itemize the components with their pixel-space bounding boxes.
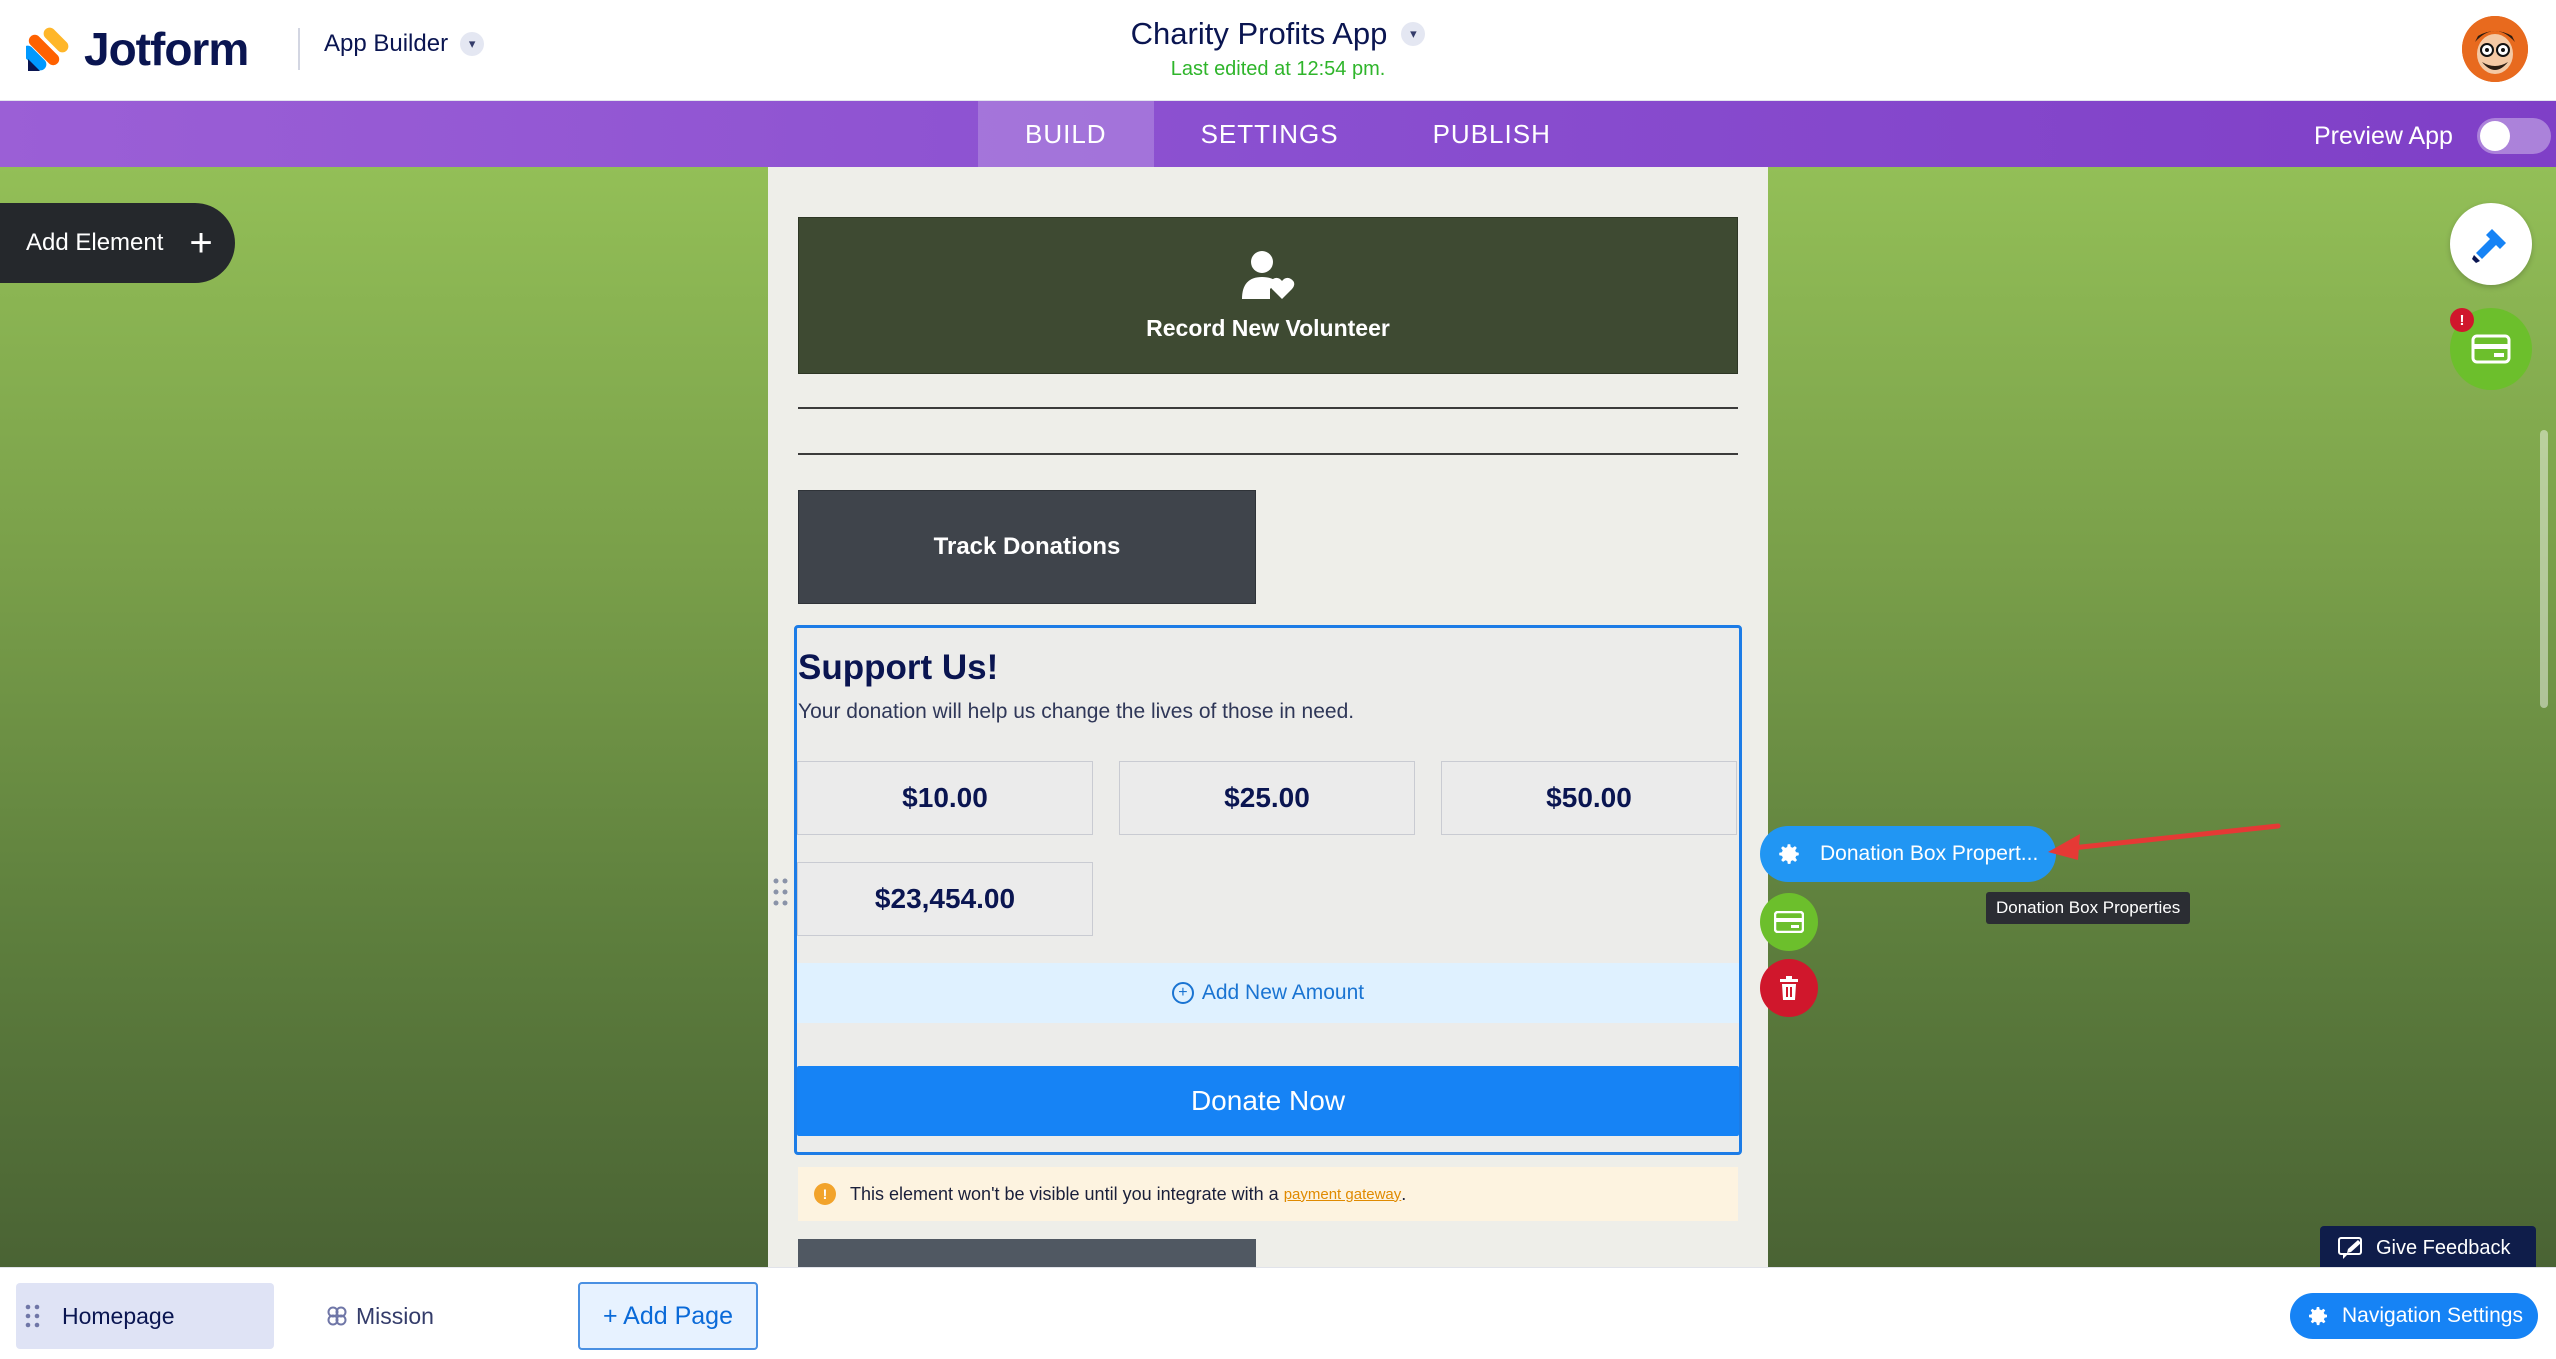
app-title: Charity Profits App — [1130, 16, 1388, 51]
record-volunteer-button[interactable]: Record New Volunteer — [798, 217, 1738, 374]
page-navigation-bar: Homepage Mission + Add Page Navigation S… — [0, 1267, 2556, 1359]
divider-line — [798, 453, 1738, 455]
toggle-knob — [2479, 121, 2510, 151]
tab-publish[interactable]: PUBLISH — [1386, 101, 1598, 167]
trash-icon — [1780, 976, 1798, 1000]
credit-card-icon — [2471, 334, 2511, 364]
red-arrow-annotation — [2048, 823, 2281, 860]
drag-handle-icon[interactable] — [772, 877, 790, 907]
divider-line — [798, 407, 1738, 409]
add-page-button[interactable]: + Add Page — [578, 1282, 758, 1350]
track-donations-button[interactable]: Track Donations — [798, 490, 1256, 604]
preview-app-control: Preview App — [2314, 118, 2551, 154]
builder-tab-bar: BUILD SETTINGS PUBLISH Preview App — [0, 101, 2556, 167]
paint-roller-icon — [2472, 229, 2506, 263]
navigation-settings-button[interactable]: Navigation Settings — [2290, 1293, 2538, 1339]
page-tab-label: Mission — [356, 1302, 434, 1329]
preview-app-label: Preview App — [2314, 121, 2453, 150]
gear-icon — [1779, 844, 1799, 864]
chevron-down-icon: ▾ — [1401, 22, 1426, 46]
donation-box-properties-button[interactable]: Donation Box Propert... — [1760, 826, 2056, 882]
top-header: Jotform App Builder ▾ Charity Profits Ap… — [0, 0, 2556, 101]
credit-card-icon — [1774, 911, 1804, 933]
drag-handle-icon[interactable] — [24, 1303, 42, 1329]
app-page-preview: Record New Volunteer Track Donations Sup… — [768, 167, 1768, 1267]
add-element-label: Add Element — [26, 229, 164, 256]
app-designer-button[interactable] — [2450, 203, 2532, 285]
delete-element-button[interactable] — [1760, 959, 1818, 1017]
preview-app-toggle[interactable] — [2476, 118, 2551, 154]
give-feedback-label: Give Feedback — [2376, 1236, 2511, 1259]
app-title-area: Charity Profits App ▾ Last edited at 12:… — [0, 16, 2556, 81]
donation-subtitle: Your donation will help us change the li… — [798, 700, 1355, 723]
properties-tooltip: Donation Box Properties — [1986, 892, 2191, 924]
donation-title: Support Us! — [798, 648, 999, 687]
payment-warning: ! This element won't be visible until yo… — [798, 1167, 1738, 1221]
page-tab-homepage[interactable]: Homepage — [16, 1283, 274, 1349]
page-tab-label: Homepage — [62, 1302, 175, 1329]
canvas-scrollbar[interactable] — [2540, 430, 2548, 708]
payment-gateway-link[interactable]: payment gateway — [1284, 1186, 1402, 1203]
properties-label: Donation Box Propert... — [1820, 842, 2039, 865]
give-feedback-button[interactable]: Give Feedback — [2320, 1226, 2536, 1270]
page-tab-mission[interactable]: Mission — [326, 1283, 434, 1349]
avatar[interactable] — [2462, 16, 2528, 82]
add-new-amount-button[interactable]: + Add New Amount — [797, 963, 1739, 1023]
amount-option[interactable]: $50.00 — [1441, 761, 1737, 835]
builder-tabs: BUILD SETTINGS PUBLISH — [978, 101, 1598, 167]
record-volunteer-label: Record New Volunteer — [1146, 315, 1390, 341]
next-element[interactable] — [798, 1239, 1256, 1267]
warning-suffix: . — [1401, 1183, 1407, 1204]
tab-build[interactable]: BUILD — [978, 101, 1154, 167]
add-circle-icon: + — [1171, 982, 1194, 1004]
donation-box-element[interactable]: Support Us! Your donation will help us c… — [794, 625, 1742, 1155]
warning-icon: ! — [814, 1183, 836, 1205]
amount-option[interactable]: $23,454.00 — [797, 862, 1093, 936]
feedback-icon — [2338, 1237, 2362, 1259]
amount-option[interactable]: $10.00 — [797, 761, 1093, 835]
add-element-button[interactable]: Add Element + — [0, 203, 235, 283]
donate-now-button[interactable]: Donate Now — [797, 1066, 1739, 1136]
add-new-amount-label: Add New Amount — [1201, 981, 1365, 1004]
app-title-menu[interactable]: Charity Profits App ▾ — [1131, 16, 1426, 52]
payment-element-button[interactable] — [1760, 893, 1818, 951]
last-edited-status: Last edited at 12:54 pm. — [1170, 58, 1386, 80]
alert-badge: ! — [2450, 308, 2474, 332]
avatar-image — [2462, 16, 2528, 82]
volunteer-heart-icon — [1242, 251, 1295, 299]
plus-icon: + — [189, 221, 213, 265]
gear-icon — [2309, 1307, 2327, 1326]
amount-option[interactable]: $25.00 — [1119, 761, 1415, 835]
warning-text: This element won't be visible until you … — [850, 1183, 1279, 1204]
tab-settings[interactable]: SETTINGS — [1154, 101, 1386, 167]
mission-page-icon — [327, 1306, 347, 1326]
navigation-settings-label: Navigation Settings — [2342, 1304, 2523, 1327]
